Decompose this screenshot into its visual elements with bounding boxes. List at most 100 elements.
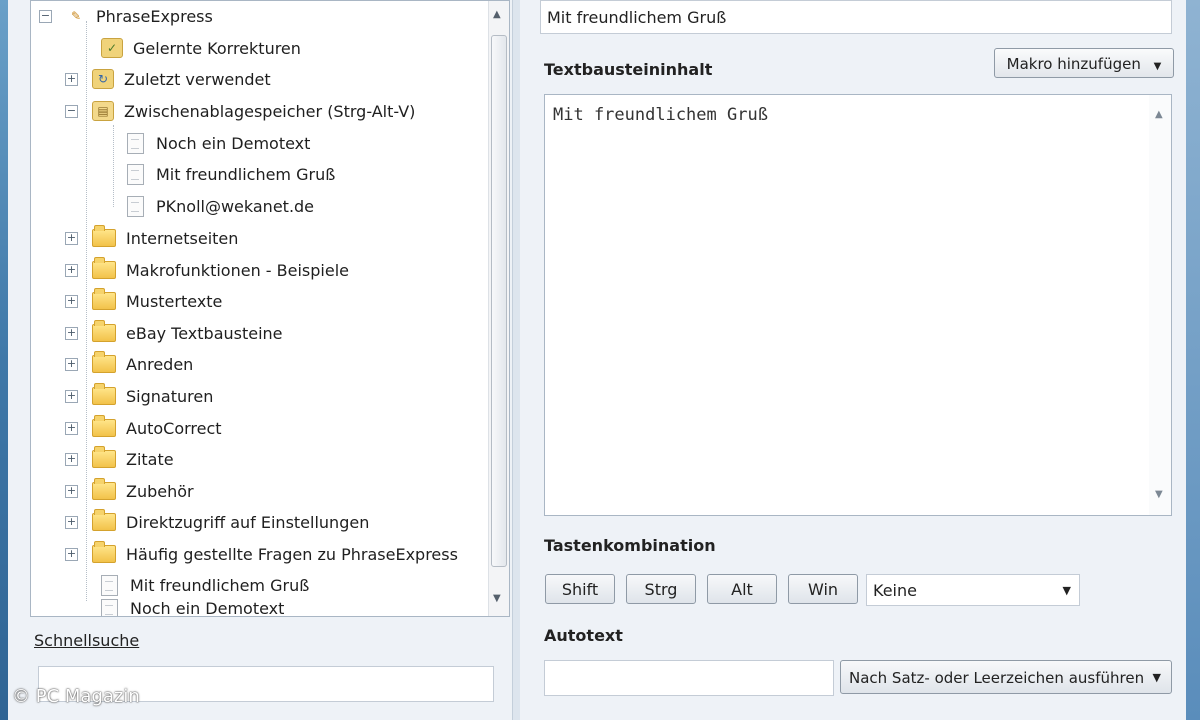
expand-icon[interactable]: + (65, 72, 78, 86)
tree-root-label: PhraseExpress (96, 6, 213, 26)
tree-item-label: Internetseiten (126, 228, 239, 248)
tree-scrollbar[interactable]: ▲ ▼ (488, 1, 509, 616)
tree-item-label: Noch ein Demotext (156, 133, 311, 153)
document-icon (127, 132, 144, 154)
tree-folder[interactable]: + Internetseiten (65, 223, 238, 253)
phrase-tree-pane: − ✎ PhraseExpress ✓ Gelernte Korrekturen… (8, 0, 512, 720)
content-label: Textbausteininhalt (544, 60, 713, 79)
folder-icon (92, 383, 116, 405)
content-text[interactable]: Mit freundlichem Gruß (553, 105, 768, 125)
copyright-watermark: © PC Magazin (12, 686, 140, 707)
shift-key-button[interactable]: Shift (545, 574, 615, 604)
strg-key-button[interactable]: Strg (626, 574, 696, 604)
tree-root[interactable]: − ✎ PhraseExpress (39, 1, 213, 31)
tree-item-label: Häufig gestellte Fragen zu PhraseExpress (126, 544, 458, 564)
tree-folder[interactable]: + Häufig gestellte Fragen zu PhraseExpre… (65, 539, 458, 569)
folder-icon (92, 288, 116, 310)
expand-icon[interactable]: + (65, 452, 78, 466)
tree-item-document[interactable]: Mit freundlichem Gruß (101, 570, 309, 600)
learned-corrections-icon: ✓ (101, 38, 123, 58)
tree-folder[interactable]: + Direktzugriff auf Einstellungen (65, 507, 369, 537)
tree-folder[interactable]: + eBay Textbausteine (65, 318, 283, 348)
folder-icon (92, 320, 116, 342)
expand-icon[interactable]: + (65, 326, 78, 340)
win-key-button[interactable]: Win (788, 574, 858, 604)
expand-icon[interactable]: + (65, 515, 78, 529)
tree-item-learned-corrections[interactable]: ✓ Gelernte Korrekturen (101, 33, 301, 63)
collapse-icon[interactable]: − (65, 104, 78, 118)
tree-item-document[interactable]: Mit freundlichem Gruß (127, 159, 335, 189)
window-edge-right (1186, 0, 1200, 720)
quick-search-label: Schnellsuche (34, 631, 140, 650)
collapse-icon[interactable]: − (39, 9, 52, 23)
expand-icon[interactable]: + (65, 263, 78, 277)
add-macro-button[interactable]: Makro hinzufügen ▼ (994, 48, 1174, 78)
editor-scrollbar[interactable]: ▲ ▼ (1149, 95, 1171, 515)
tree-item-label: Zwischenablagespeicher (Strg-Alt-V) (124, 101, 416, 121)
tree-folder[interactable]: + Makrofunktionen - Beispiele (65, 255, 349, 285)
scrollbar-thumb[interactable] (491, 35, 507, 567)
scroll-down-icon[interactable]: ▼ (1155, 489, 1163, 500)
folder-icon (92, 446, 116, 468)
folder-icon (92, 541, 116, 563)
tree-item-document[interactable]: PKnoll@wekanet.de (127, 191, 314, 221)
tree-item-label: Direktzugriff auf Einstellungen (126, 512, 370, 532)
clipboard-icon: ▤ (92, 101, 114, 121)
expand-icon[interactable]: + (65, 389, 78, 403)
add-macro-button-label: Makro hinzufügen (1006, 55, 1141, 73)
tree-item-label: Makrofunktionen - Beispiele (126, 260, 349, 280)
folder-icon (92, 351, 116, 373)
hotkey-select[interactable]: Keine ▼ (866, 574, 1080, 606)
document-icon (127, 195, 144, 217)
scroll-up-icon[interactable]: ▲ (1155, 109, 1163, 120)
tree-item-label: Zuletzt verwendet (124, 69, 271, 89)
folder-icon (92, 257, 116, 279)
tree-folder[interactable]: + Zitate (65, 444, 174, 474)
tree-folder[interactable]: + AutoCorrect (65, 413, 222, 443)
tree-item-label: Noch ein Demotext (130, 599, 285, 617)
tree-item-label: AutoCorrect (126, 418, 222, 438)
tree-folder[interactable]: + Anreden (65, 349, 193, 379)
tree-item-label: Mit freundlichem Gruß (130, 575, 310, 595)
tree-item-label: eBay Textbausteine (126, 323, 283, 343)
hotkey-label: Tastenkombination (544, 536, 716, 555)
tree-item-label: Zitate (126, 449, 174, 469)
alt-key-button[interactable]: Alt (707, 574, 777, 604)
folder-icon (92, 225, 116, 247)
expand-icon[interactable]: + (65, 421, 78, 435)
expand-icon[interactable]: + (65, 231, 78, 245)
tree-guide-line (113, 125, 114, 207)
tree-item-document[interactable]: Noch ein Demotext (101, 599, 285, 617)
autotext-mode-value: Nach Satz- oder Leerzeichen ausführen (849, 669, 1145, 687)
chevron-down-icon: ▼ (1062, 584, 1071, 597)
tree-folder[interactable]: + Signaturen (65, 381, 213, 411)
description-field[interactable]: Mit freundlichem Gruß (540, 0, 1172, 34)
scroll-up-icon[interactable]: ▲ (493, 9, 501, 20)
tree-folder[interactable]: + Mustertexte (65, 286, 222, 316)
expand-icon[interactable]: + (65, 294, 78, 308)
expand-icon[interactable]: + (65, 357, 78, 371)
autotext-label: Autotext (544, 626, 623, 645)
tree-item-clipboard[interactable]: − ▤ Zwischenablagespeicher (Strg-Alt-V) (65, 96, 415, 126)
expand-icon[interactable]: + (65, 547, 78, 561)
tree-folder[interactable]: + Zubehör (65, 476, 194, 506)
tree-item-label: Mustertexte (126, 291, 223, 311)
scroll-down-icon[interactable]: ▼ (493, 593, 501, 604)
phrase-tree[interactable]: − ✎ PhraseExpress ✓ Gelernte Korrekturen… (30, 0, 510, 617)
hotkey-select-value: Keine (873, 581, 917, 600)
folder-icon (92, 415, 116, 437)
tree-item-document[interactable]: Noch ein Demotext (127, 128, 310, 158)
tree-item-label: Anreden (126, 354, 194, 374)
tree-item-label: Gelernte Korrekturen (133, 38, 301, 58)
tree-item-recent[interactable]: + ↻ Zuletzt verwendet (65, 64, 271, 94)
expand-icon[interactable]: + (65, 484, 78, 498)
tree-item-label: Zubehör (126, 481, 194, 501)
tree-item-label: Mit freundlichem Gruß (156, 164, 336, 184)
content-editor[interactable]: Mit freundlichem Gruß ▲ ▼ (544, 94, 1172, 516)
folder-icon (92, 509, 116, 531)
recent-icon: ↻ (92, 69, 114, 89)
autotext-input[interactable] (544, 660, 834, 696)
tree-item-label: Signaturen (126, 386, 214, 406)
autotext-mode-select[interactable]: Nach Satz- oder Leerzeichen ausführen ▼ (840, 660, 1172, 694)
chevron-down-icon: ▼ (1152, 671, 1161, 684)
